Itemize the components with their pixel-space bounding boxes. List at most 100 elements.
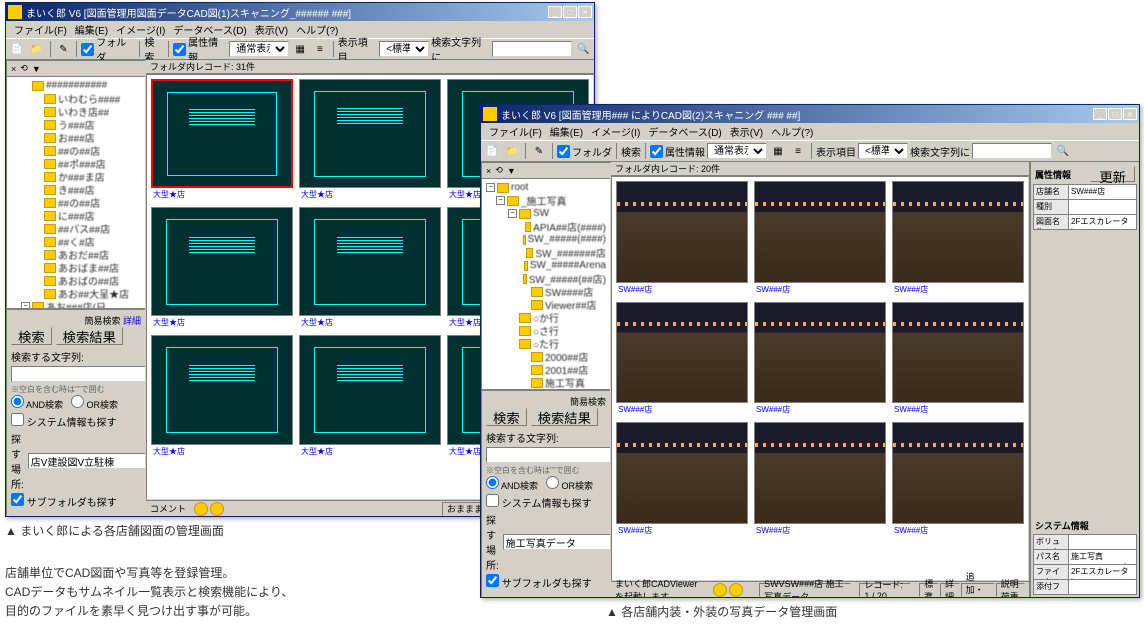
menu-item[interactable]: データベース(D) xyxy=(644,124,725,139)
tree-item[interactable]: −_施工写真 xyxy=(484,194,608,207)
cad-thumbnail[interactable] xyxy=(299,335,441,444)
open-icon[interactable]: 📁 xyxy=(28,40,46,58)
menu-item[interactable]: ファイル(F) xyxy=(10,22,71,37)
thumbnail-item[interactable]: 大型★店 xyxy=(151,207,293,329)
folder-checkbox[interactable] xyxy=(81,43,94,56)
display-mode-select[interactable]: 通常表示 xyxy=(229,41,289,57)
minimize-button[interactable]: _ xyxy=(1093,108,1107,120)
status-tab[interactable]: 詳細 xyxy=(940,583,960,597)
search-string-input[interactable] xyxy=(972,143,1052,159)
menu-item[interactable]: 編集(E) xyxy=(546,124,587,139)
photo-thumbnail[interactable] xyxy=(754,181,886,283)
thumbnail-item[interactable]: SW###店 xyxy=(892,302,1024,417)
thumbnail-item[interactable]: SW###店 xyxy=(616,422,748,537)
tree-item[interactable]: APIA##店(####) xyxy=(484,220,608,233)
grid-icon[interactable]: ▦ xyxy=(291,40,309,58)
photo-thumbnail[interactable] xyxy=(892,181,1024,283)
new-icon[interactable]: 📄 xyxy=(483,142,501,160)
new-icon[interactable]: 📄 xyxy=(8,40,26,58)
cad-thumbnail[interactable] xyxy=(299,207,441,316)
minimize-button[interactable]: _ xyxy=(548,6,562,18)
search-results-button[interactable]: 検索結果 xyxy=(531,408,598,426)
thumbnail-item[interactable]: 大型★店 xyxy=(151,335,293,457)
store-value[interactable]: SW###店 xyxy=(1069,185,1136,199)
photo-thumbnail[interactable] xyxy=(754,302,886,404)
tree-toggle-icon[interactable]: − xyxy=(486,183,495,192)
photo-thumbnail[interactable] xyxy=(616,181,748,283)
search-text-input[interactable] xyxy=(486,447,611,463)
filename-value[interactable]: 2Fエスカレータjpe xyxy=(1069,215,1136,229)
search-button[interactable]: 検索 xyxy=(486,408,527,426)
titlebar[interactable]: まいく郎 V6 [図面管理用図面データCAD図(1)スキャニング_###### … xyxy=(6,3,594,21)
list-icon[interactable]: ≡ xyxy=(789,142,807,160)
update-button[interactable]: 更新 xyxy=(1090,166,1135,182)
thumbnail-item[interactable]: SW###店 xyxy=(616,302,748,417)
tree-toggle-icon[interactable]: − xyxy=(496,196,505,205)
thumbnail-item[interactable]: SW###店 xyxy=(616,181,748,296)
location-input[interactable] xyxy=(28,453,146,469)
menu-item[interactable]: ファイル(F) xyxy=(485,124,546,139)
display-mode-select[interactable]: 通常表示 xyxy=(707,143,767,159)
thumbnail-item[interactable]: 大型★店 xyxy=(299,79,441,201)
cad-thumbnail[interactable] xyxy=(151,335,293,444)
sys-info-checkbox[interactable]: システム情報も探す xyxy=(11,413,116,429)
search-text-input[interactable] xyxy=(11,366,146,382)
or-radio[interactable]: OR検索 xyxy=(71,395,118,411)
prop-checkbox[interactable] xyxy=(650,145,663,158)
thumbnail-item[interactable]: 大型★店 xyxy=(299,335,441,457)
cad-thumbnail[interactable] xyxy=(151,207,293,316)
titlebar[interactable]: まいく郎 V6 [図面管理用### によりCAD図(2)スキャニング ### #… xyxy=(481,105,1139,123)
close-button[interactable]: × xyxy=(1123,108,1137,120)
thumbnail-item[interactable]: SW###店 xyxy=(754,302,886,417)
cad-thumbnail[interactable] xyxy=(151,79,293,188)
tree-toggle-icon[interactable]: − xyxy=(508,209,517,218)
folder-tree[interactable]: −root−_施工写真−SW APIA##店(####) SW_#####(##… xyxy=(482,179,610,389)
standard-select[interactable]: <標準> xyxy=(379,41,429,57)
status-tab[interactable]: 標準 xyxy=(919,583,939,597)
search-results-button[interactable]: 検索結果 xyxy=(56,327,123,345)
edit-icon[interactable]: ✎ xyxy=(55,40,73,58)
photo-thumbnail[interactable] xyxy=(616,422,748,524)
prop-checkbox[interactable] xyxy=(173,43,186,56)
menu-item[interactable]: 表示(V) xyxy=(726,124,767,139)
photo-thumbnail[interactable] xyxy=(892,422,1024,524)
list-icon[interactable]: ≡ xyxy=(311,40,329,58)
edit-icon[interactable]: ✎ xyxy=(530,142,548,160)
photo-thumbnail[interactable] xyxy=(616,302,748,404)
thumbnail-item[interactable]: 大型★店 xyxy=(151,79,293,201)
open-icon[interactable]: 📁 xyxy=(503,142,521,160)
search-go-icon[interactable]: 🔍 xyxy=(1054,142,1072,160)
thumbnail-item[interactable]: 大型★店 xyxy=(299,207,441,329)
menu-item[interactable]: ヘルプ(?) xyxy=(767,124,817,139)
folder-checkbox[interactable] xyxy=(557,145,570,158)
detail-link[interactable]: 詳細 xyxy=(123,316,141,326)
tree-item[interactable]: SW_#######店 xyxy=(484,246,608,259)
subfolder-checkbox[interactable]: サブフォルダも探す xyxy=(486,574,592,590)
and-radio[interactable]: AND検索 xyxy=(11,395,63,411)
thumbnail-item[interactable]: SW###店 xyxy=(892,422,1024,537)
location-input[interactable] xyxy=(503,534,611,550)
grid-icon[interactable]: ▦ xyxy=(769,142,787,160)
sys-info-checkbox[interactable]: システム情報も探す xyxy=(486,494,591,510)
status-tab[interactable]: 説明荷重 xyxy=(996,583,1025,597)
search-go-icon[interactable]: 🔍 xyxy=(574,40,592,58)
tree-item[interactable]: −あお###店(日 xyxy=(9,300,143,308)
photo-thumbnail[interactable] xyxy=(754,422,886,524)
cad-thumbnail[interactable] xyxy=(299,79,441,188)
photo-thumbnail[interactable] xyxy=(892,302,1024,404)
close-button[interactable]: × xyxy=(578,6,592,18)
or-radio[interactable]: OR検索 xyxy=(546,476,593,492)
thumbnail-item[interactable]: SW###店 xyxy=(754,181,886,296)
standard-select[interactable]: <標準> xyxy=(858,143,908,159)
status-tab[interactable]: 追加・参照 xyxy=(961,583,995,597)
maximize-button[interactable]: □ xyxy=(1108,108,1122,120)
search-button[interactable]: 検索 xyxy=(11,327,52,345)
and-radio[interactable]: AND検索 xyxy=(486,476,538,492)
thumbnail-item[interactable]: SW###店 xyxy=(892,181,1024,296)
maximize-button[interactable]: □ xyxy=(563,6,577,18)
subfolder-checkbox[interactable]: サブフォルダも探す xyxy=(11,493,117,509)
folder-tree[interactable]: ###########いわむら####いわき店##う###店お###店##の##… xyxy=(7,77,145,308)
thumbnail-item[interactable]: SW###店 xyxy=(754,422,886,537)
search-string-input[interactable] xyxy=(492,41,572,57)
menu-item[interactable]: 表示(V) xyxy=(251,22,292,37)
